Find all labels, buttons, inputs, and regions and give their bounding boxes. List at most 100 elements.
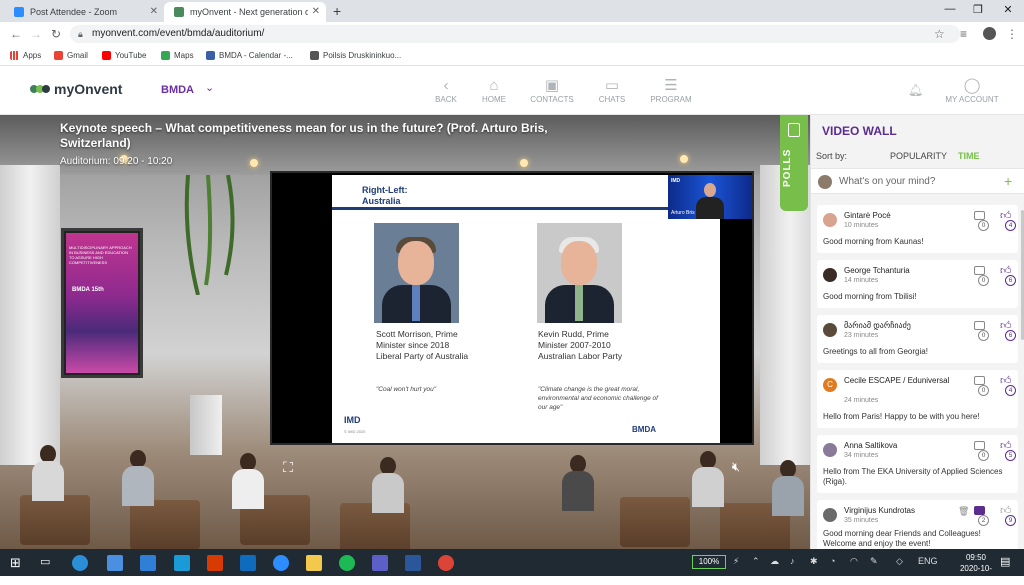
bookmark-apps[interactable]: Apps (10, 51, 41, 60)
sort-popularity-button[interactable]: POPULARITY (890, 151, 947, 161)
sort-time-button[interactable]: TIME (958, 151, 980, 161)
avatar (823, 268, 837, 282)
event-poster[interactable]: MULTIDISCIPLINARY APPROACH IN BUSINESS A… (61, 228, 143, 378)
chevron-up-icon[interactable]: ⌃ (752, 556, 760, 567)
speaker-icon[interactable]: ♪ (790, 556, 795, 566)
video-wall-title: VIDEO WALL (822, 124, 897, 138)
notification-icon[interactable]: ▤ (1000, 555, 1010, 568)
like-count: 9 (1005, 515, 1016, 526)
event-selector-label[interactable]: BMDA (161, 84, 194, 96)
nav-chats[interactable]: ▭ CHATS (582, 77, 642, 104)
nav-contacts[interactable]: ▣ CONTACTS (522, 77, 582, 104)
store-icon[interactable] (107, 555, 123, 571)
comment-icon[interactable] (974, 211, 985, 220)
gmail-icon (54, 51, 63, 60)
nav-my-account[interactable]: ◯ MY ACCOUNT (942, 77, 1002, 104)
comment-icon[interactable] (974, 376, 985, 385)
bookmark-youtube[interactable]: YouTube (102, 51, 146, 60)
trash-icon[interactable]: 🗑︎ (958, 506, 969, 517)
office-icon[interactable] (207, 555, 223, 571)
word-icon[interactable] (405, 555, 421, 571)
spotify-icon[interactable] (339, 555, 355, 571)
myonvent-logo[interactable]: myOnvent (30, 81, 122, 97)
l-app-icon[interactable] (174, 555, 190, 571)
profile-avatar[interactable] (983, 27, 996, 40)
post-author: Virginijus Kundrotas (844, 506, 916, 515)
tab-myonvent[interactable]: myOnvent - Next generation onl ✕ (164, 2, 326, 22)
windows-start-icon[interactable]: ⊞ (10, 555, 21, 571)
new-tab-button[interactable]: + (333, 3, 341, 19)
close-icon[interactable]: ✕ (312, 6, 320, 17)
comment-icon[interactable] (974, 441, 985, 450)
speaker-video[interactable]: IMD Arturo Bris (668, 175, 752, 219)
wall-post: George Tchanturia 14 minutes Good mornin… (817, 260, 1018, 308)
polls-tab[interactable]: POLLS (780, 115, 808, 211)
add-post-icon[interactable]: + (1004, 173, 1012, 189)
bookmark-label: BMDA - Calendar -... (219, 51, 293, 60)
pen-icon[interactable]: ✎ (870, 556, 878, 567)
bluetooth-icon[interactable]: ✱ (810, 556, 818, 567)
bookmark-maps[interactable]: Maps (161, 51, 194, 60)
bookmark-poilsis[interactable]: Poilsis Druskininkuo... (310, 51, 401, 60)
power-icon[interactable]: ⚡︎ (733, 556, 739, 567)
tab-zoom[interactable]: Post Attendee - Zoom ✕ (4, 2, 164, 22)
restore-icon[interactable]: ❐ (968, 3, 988, 16)
nav-label: CONTACTS (530, 95, 574, 104)
session-time: Auditorium: 09:20 - 10:20 (60, 156, 173, 167)
teams-icon[interactable] (372, 555, 388, 571)
avatar (818, 175, 832, 189)
url-input[interactable]: 🔒︎ myonvent.com/event/bmda/auditorium/ (70, 25, 960, 43)
battery-indicator[interactable]: 100% (692, 555, 726, 569)
audience-member (230, 453, 264, 509)
minimize-icon[interactable]: — (940, 3, 960, 15)
back-arrow-icon[interactable]: ← (10, 27, 22, 41)
wifi-icon[interactable]: ◠ (850, 556, 858, 567)
nav-label: MY ACCOUNT (945, 95, 999, 104)
bookmark-label: Maps (174, 51, 194, 60)
post-text: Greetings to all from Georgia! (823, 347, 928, 356)
bookmark-icon (310, 51, 319, 60)
post-author: Anna Saltikova (844, 441, 898, 450)
media-icon[interactable]: ≡ (960, 27, 967, 41)
right-caption: Kevin Rudd, Prime Minister 2007-2010 Aus… (538, 329, 623, 361)
logo-text: myOnvent (54, 81, 123, 97)
mute-icon[interactable]: 🔇︎ (726, 457, 746, 477)
audience-member (560, 455, 594, 511)
nav-program[interactable]: ☰ PROGRAM (641, 77, 701, 104)
close-window-icon[interactable]: ✕ (998, 3, 1018, 16)
language-indicator[interactable]: ENG (918, 556, 938, 566)
photo-scott-morrison (374, 223, 459, 323)
edge-icon[interactable] (72, 555, 88, 571)
clock[interactable]: 09:50 2020-10-15 (956, 552, 996, 585)
comment-icon[interactable] (974, 266, 985, 275)
chevron-down-icon[interactable]: ⌄ (205, 81, 214, 94)
forward-arrow-icon[interactable]: → (30, 27, 42, 41)
network-icon[interactable]: ◔ (830, 556, 835, 566)
bookmark-gmail[interactable]: Gmail (54, 51, 88, 60)
avatar: C (823, 378, 837, 392)
comment-icon[interactable] (974, 506, 985, 515)
chrome-icon[interactable] (438, 555, 454, 571)
outlook-icon[interactable] (240, 555, 256, 571)
fullscreen-icon[interactable]: ⛶ (278, 457, 298, 477)
tray-icon[interactable]: ◇ (896, 556, 903, 567)
explorer-icon[interactable] (306, 555, 322, 571)
close-icon[interactable]: ✕ (150, 6, 158, 17)
compose-post[interactable]: What's on your mind? + (811, 168, 1024, 194)
zoom-icon[interactable] (273, 555, 289, 571)
compose-input[interactable]: What's on your mind? (839, 176, 935, 187)
bookmark-star-icon[interactable]: ☆ (934, 27, 945, 41)
reload-icon[interactable]: ↻ (51, 27, 61, 41)
menu-kebab-icon[interactable]: ⋮ (1006, 27, 1018, 41)
youtube-icon (102, 51, 111, 60)
bookmark-bmda-calendar[interactable]: BMDA - Calendar -... (206, 51, 293, 60)
auditorium-stage: Keynote speech – What competitiveness me… (0, 115, 810, 549)
post-text: Good morning from Kaunas! (823, 237, 924, 246)
comment-icon[interactable] (974, 321, 985, 330)
bell-icon[interactable]: 🔔︎ (908, 83, 923, 97)
cloud-icon[interactable]: ☁︎ (770, 556, 779, 567)
nav-home[interactable]: ⌂ HOME (464, 77, 524, 104)
post-text: Hello from The EKA University of Applied… (823, 467, 1003, 486)
mail-icon[interactable] (140, 555, 156, 571)
task-view-icon[interactable]: ▭ (40, 555, 50, 568)
